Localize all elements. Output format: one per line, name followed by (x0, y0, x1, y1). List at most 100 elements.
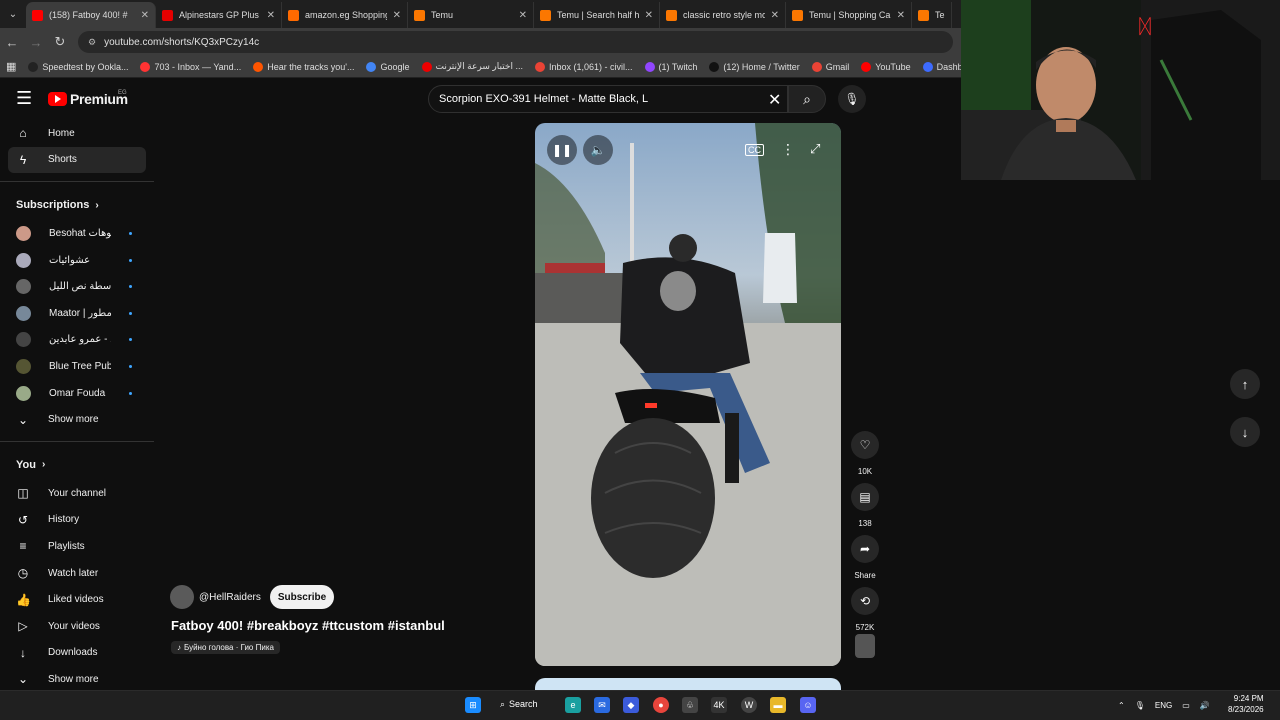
close-tab-icon[interactable]: ✕ (141, 10, 149, 21)
subscription-item[interactable]: Blue Tree Publis... (0, 353, 146, 380)
fullscreen-icon[interactable]: ⤢ (810, 141, 820, 157)
network-icon[interactable]: ▭ (1182, 701, 1190, 710)
mic-icon[interactable]: 🎙 (1135, 701, 1145, 710)
reload-icon[interactable]: ↻ (48, 34, 72, 50)
subscription-label: حكاوي - عمرو عابدين (49, 334, 111, 346)
language-indicator[interactable]: ENG (1155, 701, 1172, 710)
tab-0[interactable]: (158) Fatboy 400! # ✕ (26, 2, 156, 28)
close-tab-icon[interactable]: ✕ (519, 10, 527, 21)
back-icon[interactable]: ← (0, 35, 24, 50)
taskbar-search[interactable]: ⌕ Search (500, 694, 550, 714)
volume-icon[interactable]: 🔊 (1200, 701, 1210, 710)
short-title[interactable]: Fatboy 400! #breakboyz #ttcustom #istanb… (171, 618, 445, 633)
sidebar-item-watch-later[interactable]: ◷ Watch later (0, 560, 146, 587)
sidebar-item-home[interactable]: ⌂ Home (0, 120, 146, 147)
channel-avatar[interactable] (170, 585, 194, 609)
chevron-up-icon[interactable]: ⌃ (1118, 701, 1125, 710)
subscriptions-heading[interactable]: Subscriptions › (0, 190, 154, 220)
tab-5[interactable]: classic retro style moto ✕ (660, 2, 786, 28)
file-explorer-icon[interactable]: ▬ (770, 697, 786, 713)
sidebar-item-history[interactable]: ↺ History (0, 507, 146, 534)
remix-button[interactable]: ⟲ (851, 587, 879, 615)
next-short-button[interactable]: ↓ (1230, 417, 1260, 447)
tab-title: Temu (431, 10, 454, 20)
tab-1[interactable]: Alpinestars GP Plus R ✕ (156, 2, 282, 28)
chrome-icon[interactable]: ● (653, 697, 669, 713)
bookmark-favicon-icon (922, 61, 933, 72)
subscription-item[interactable]: عشوائيات (0, 247, 146, 274)
previous-short-button[interactable]: ↑ (1230, 369, 1260, 399)
bookmark-7[interactable]: (12) Home / Twitter (703, 61, 805, 72)
sidebar-item-playlists[interactable]: ≡ Playlists (0, 533, 146, 560)
bookmark-3[interactable]: Google (360, 61, 415, 72)
site-info-icon[interactable]: ⚙ (88, 37, 96, 48)
tab-4[interactable]: Temu | Search half helm ✕ (534, 2, 660, 28)
mail-icon[interactable]: ✉ (594, 697, 610, 713)
volume-button[interactable]: 🔈 (583, 135, 613, 165)
tab-list-icon[interactable]: ⌄ (0, 0, 26, 28)
bookmark-9[interactable]: YouTube (855, 61, 916, 72)
menu-icon[interactable]: ☰ (16, 88, 32, 109)
clock[interactable]: 9:24 PM 8/23/2026 (1228, 693, 1264, 715)
captions-icon[interactable]: CC (745, 144, 764, 156)
close-tab-icon[interactable]: ✕ (393, 10, 401, 21)
subscribe-button[interactable]: Subscribe (269, 585, 335, 609)
tab-2[interactable]: amazon.eg Shopping ✕ (282, 2, 408, 28)
discord-icon[interactable]: ☺ (800, 697, 816, 713)
sidebar-item-your-channel[interactable]: ◫ Your channel (0, 480, 146, 507)
you-heading[interactable]: You › (0, 450, 154, 480)
like-button[interactable]: ♡ (851, 431, 879, 459)
pause-button[interactable]: ❚❚ (547, 135, 577, 165)
close-tab-icon[interactable]: ✕ (267, 10, 275, 21)
subscription-item[interactable]: حكاوي - عمرو عابدين (0, 327, 146, 354)
channel-name[interactable]: @HellRaiders (199, 592, 261, 603)
url-bar[interactable]: ⚙ youtube.com/shorts/KQ3xPCzy14c (78, 31, 953, 53)
sidebar-item-liked-videos[interactable]: 👍 Liked videos (0, 586, 146, 613)
close-tab-icon[interactable]: ✕ (897, 10, 905, 21)
shorts-player[interactable]: ❚❚ 🔈 CC ⋮ ⤢ (535, 123, 841, 666)
sidebar-item-downloads[interactable]: ↓ Downloads (0, 640, 146, 667)
bookmark-2[interactable]: Hear the tracks you'... (247, 61, 360, 72)
tab-3[interactable]: Temu ✕ (408, 2, 534, 28)
app-icon[interactable]: 4K (711, 697, 727, 713)
app-icon[interactable]: ◆ (623, 697, 639, 713)
share-button[interactable]: ➦ (851, 535, 879, 563)
forward-icon[interactable]: → (24, 35, 48, 50)
search-input[interactable]: Scorpion EXO-391 Helmet - Matte Black, L (428, 85, 788, 113)
youtube-logo[interactable]: Premium (48, 91, 128, 107)
sidebar-item-your-videos[interactable]: ▷ Your videos (0, 613, 146, 640)
more-options-icon[interactable]: ⋮ (781, 141, 795, 158)
windows-taskbar (0, 690, 1280, 720)
apps-icon[interactable]: ▦ (0, 60, 22, 73)
bookmark-1[interactable]: 703 - Inbox — Yand... (134, 61, 247, 72)
tab-6[interactable]: Temu | Shopping Cart ✕ (786, 2, 912, 28)
clear-search-icon[interactable]: ✕ (768, 90, 781, 110)
voice-search-button[interactable]: 🎙 (838, 85, 866, 113)
bookmark-6[interactable]: (1) Twitch (639, 61, 704, 72)
region-code: EG (118, 90, 127, 96)
bookmark-5[interactable]: Inbox (1,061) - civil... (529, 61, 639, 72)
bookmark-10[interactable]: Dashboard - Restre... (917, 61, 961, 72)
bookmark-0[interactable]: Speedtest by Ookla... (22, 61, 134, 72)
subscription-item[interactable]: Besohat بيسوهات (0, 220, 146, 247)
show-more-you[interactable]: ⌄ Show more (0, 666, 146, 693)
comment-button[interactable]: ▤ (851, 483, 879, 511)
wordpress-icon[interactable]: W (741, 697, 757, 713)
start-icon[interactable]: ⊞ (465, 697, 481, 713)
tab-favicon-icon (414, 9, 425, 21)
show-more-subscriptions[interactable]: ⌄ Show more (0, 406, 146, 433)
close-tab-icon[interactable]: ✕ (645, 10, 653, 21)
tab-7[interactable]: Temu (912, 2, 952, 28)
bookmark-8[interactable]: Gmail (806, 61, 856, 72)
search-button[interactable]: ⌕ (788, 85, 826, 113)
subscription-item[interactable]: أسطة نص الليل (0, 273, 146, 300)
subscription-item[interactable]: Omar Fouda (0, 380, 146, 407)
close-tab-icon[interactable]: ✕ (771, 10, 779, 21)
subscription-item[interactable]: Maator | مُعاذ مطور (0, 300, 146, 327)
sound-thumbnail[interactable] (855, 634, 875, 658)
app-icon[interactable]: ♧ (682, 697, 698, 713)
edge-icon[interactable]: e (565, 697, 581, 713)
bookmark-4[interactable]: اختبار سرعة الإنترنت ... (416, 61, 529, 72)
sidebar-item-shorts[interactable]: ϟ Shorts (8, 146, 146, 174)
music-chip[interactable]: ♪ Буйно голова · Гио Пика (171, 641, 280, 654)
